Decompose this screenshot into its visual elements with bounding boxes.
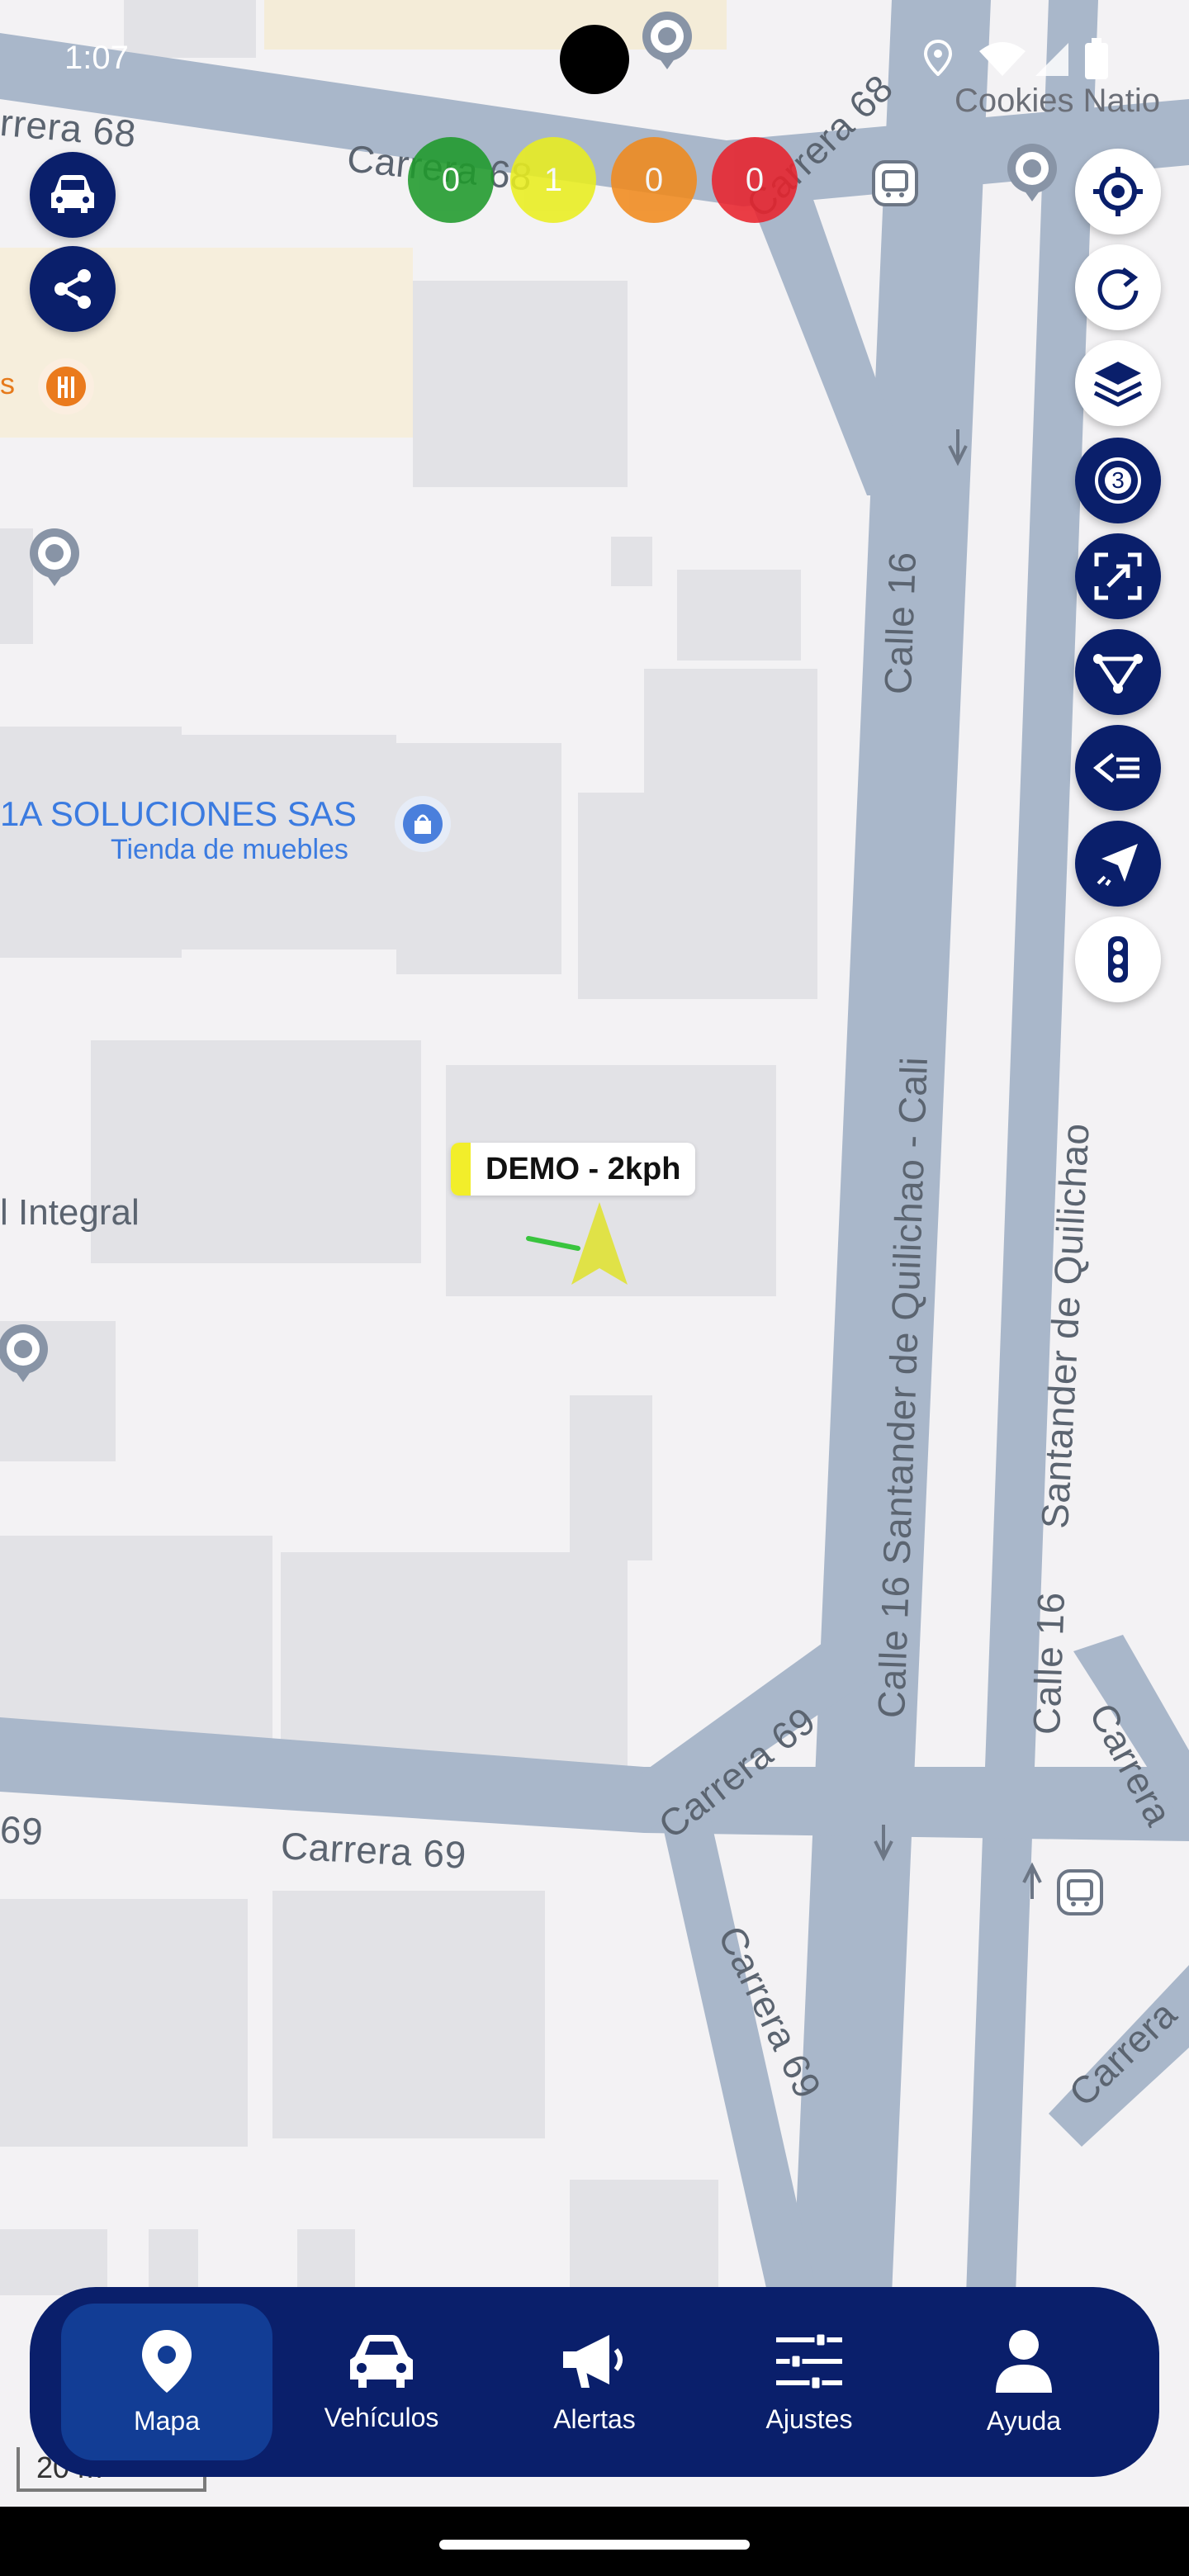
wifi-icon	[979, 42, 1026, 76]
place-label-restaurant-partial: s	[0, 367, 15, 400]
megaphone-icon	[563, 2334, 623, 2388]
place-label-integral: l Integral	[0, 1192, 140, 1233]
status-bar: 1:07	[0, 0, 1189, 107]
nav-item-mapa[interactable]: Mapa	[61, 2304, 272, 2460]
traffic-light-icon	[1108, 936, 1128, 983]
fit-bounds-button[interactable]	[1075, 533, 1161, 619]
route-icon	[1093, 654, 1143, 694]
nav-item-alertas[interactable]: Alertas	[489, 2304, 700, 2460]
counter-yellow[interactable]: 1	[510, 137, 596, 223]
zoom-level-badge: 3	[1111, 467, 1125, 493]
layers-icon	[1093, 362, 1143, 407]
route-button[interactable]	[1075, 629, 1161, 715]
nav-item-label: Vehículos	[324, 2402, 439, 2432]
refresh-icon	[1097, 267, 1139, 310]
nav-item-label: Mapa	[133, 2405, 201, 2436]
person-icon	[996, 2329, 1052, 2393]
sliders-icon	[776, 2332, 842, 2390]
place-label-soluciones: 1A SOLUCIONES SAS	[0, 794, 357, 833]
restaurant-pin-icon[interactable]	[35, 355, 97, 418]
battery-icon	[1085, 38, 1108, 79]
road-label-carrera-69-left: 69	[0, 1807, 45, 1854]
share-button[interactable]	[30, 246, 116, 332]
home-gesture-handle[interactable]	[439, 2540, 750, 2550]
list-direction-icon	[1092, 753, 1139, 783]
vehicle-status-flag	[451, 1143, 471, 1196]
nav-item-label: Ajustes	[765, 2403, 853, 2434]
navigate-button[interactable]	[1075, 821, 1161, 907]
share-icon	[54, 269, 91, 309]
bus-stop-icon[interactable]	[869, 157, 921, 210]
car-icon	[350, 2334, 413, 2388]
car-icon	[51, 175, 94, 213]
nav-item-ayuda[interactable]: Ayuda	[918, 2304, 1130, 2460]
signal-icon	[1035, 43, 1068, 76]
road-label-calle-16-top: Calle 16	[875, 551, 924, 695]
status-time: 1:07	[64, 40, 129, 76]
list-direction-button[interactable]	[1075, 725, 1161, 811]
counter-green[interactable]: 0	[408, 137, 494, 223]
refresh-button[interactable]	[1075, 244, 1161, 330]
vehicle-focus-button[interactable]	[30, 152, 116, 238]
nav-item-ajustes[interactable]: Ajustes	[703, 2304, 915, 2460]
bottom-navigation: Mapa Vehículos Alertas Ajustes Ayuda	[30, 2287, 1159, 2477]
poi-pin-icon[interactable]	[23, 525, 86, 588]
road-label-calle-16-right: Calle 16	[1024, 1591, 1073, 1735]
poi-pin-icon[interactable]	[1001, 140, 1063, 203]
camera-cutout	[560, 25, 629, 94]
bus-stop-icon[interactable]	[1054, 1866, 1106, 1919]
counter-orange[interactable]: 0	[611, 137, 697, 223]
nav-item-label: Alertas	[553, 2403, 636, 2434]
vehicle-marker-icon[interactable]	[568, 1199, 631, 1291]
location-icon	[923, 40, 953, 76]
place-label-soluciones-sub: Tienda de muebles	[111, 834, 348, 865]
crosshair-icon	[1093, 167, 1143, 216]
shopping-bag-pin-icon[interactable]	[391, 793, 454, 855]
fit-bounds-icon	[1094, 552, 1142, 600]
nav-item-label: Ayuda	[986, 2405, 1062, 2436]
traffic-button[interactable]	[1075, 916, 1161, 1002]
counter-red[interactable]: 0	[712, 137, 798, 223]
poi-pin-icon[interactable]	[0, 1321, 54, 1384]
zoom-level-button[interactable]: 3	[1075, 438, 1161, 523]
center-location-button[interactable]	[1075, 149, 1161, 234]
vehicle-label-text: DEMO - 2kph	[486, 1151, 681, 1186]
nav-item-vehiculos[interactable]: Vehículos	[276, 2304, 487, 2460]
layers-button[interactable]	[1075, 340, 1161, 426]
vehicle-label[interactable]: DEMO - 2kph	[451, 1143, 696, 1196]
map-view[interactable]: rrera 68 Carrera 68 Carrera 68 Calle 16 …	[0, 0, 1189, 2576]
map-pin-icon	[142, 2329, 192, 2393]
navigate-icon	[1097, 844, 1138, 887]
